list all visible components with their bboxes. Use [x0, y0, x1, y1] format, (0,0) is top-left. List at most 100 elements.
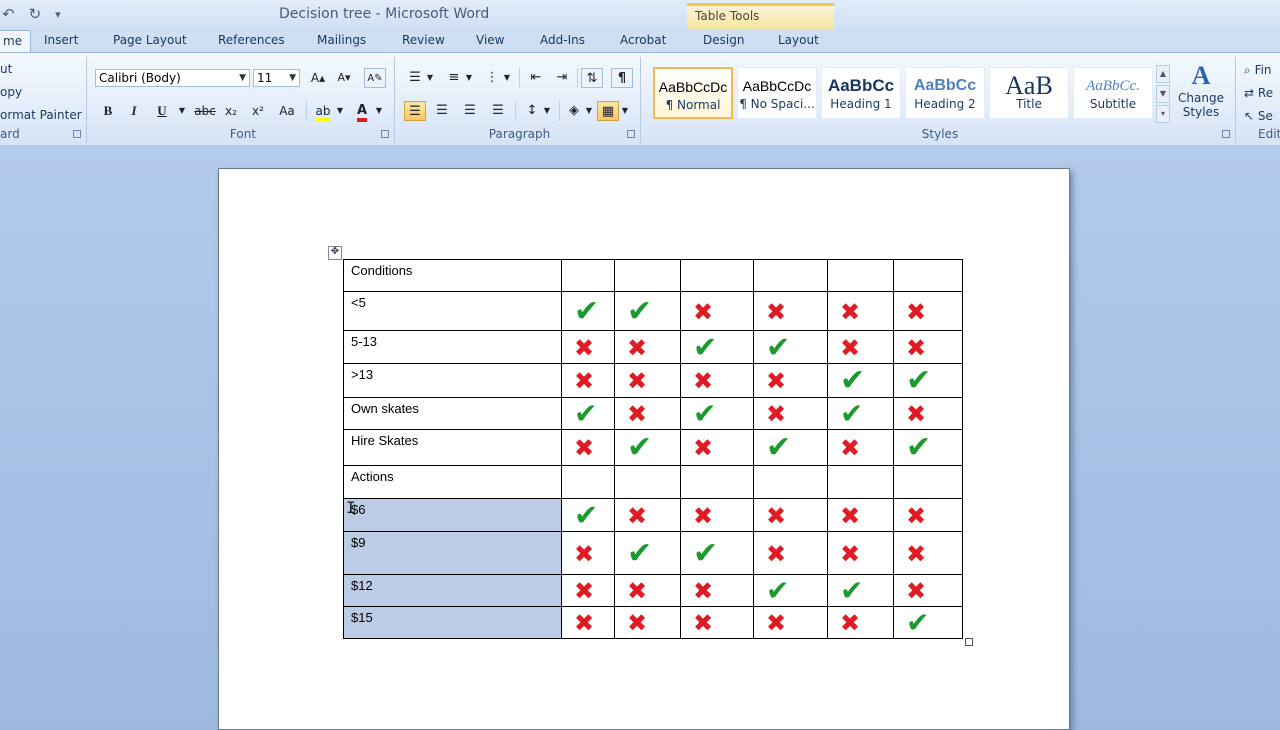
table-cell[interactable]: ✖ [753, 363, 828, 398]
table-cell[interactable]: ✔ [753, 429, 828, 466]
customize-qat-icon[interactable]: ▾ [55, 8, 61, 21]
table-cell[interactable]: ✖ [827, 429, 894, 466]
table-cell[interactable]: ✔ [893, 363, 963, 398]
replace-button[interactable]: ⇄ Re [1244, 86, 1273, 100]
row-label-cell[interactable]: 5-13 [343, 330, 562, 364]
chevron-down-icon[interactable]: ▼ [373, 101, 385, 121]
highlight-icon[interactable]: ab [312, 101, 334, 122]
grow-font-button[interactable]: A▴ [307, 68, 329, 88]
table-cell[interactable]: ✔ [680, 330, 754, 364]
table-cell[interactable] [561, 259, 615, 292]
align-left-icon[interactable]: ☰ [404, 101, 426, 121]
table-cell[interactable] [753, 465, 828, 499]
table-cell[interactable]: ✖ [893, 291, 963, 331]
borders-icon[interactable]: ▦ [597, 101, 619, 121]
row-label-cell[interactable]: $15 [343, 606, 562, 639]
style-title[interactable]: AaB Title [989, 67, 1069, 119]
gallery-more-icon[interactable]: ▾ [1156, 105, 1170, 123]
decision-table[interactable]: Conditions <5 ✔ ✔ ✖ ✖ ✖ ✖ 5-13 ✖ ✖ ✔ ✔ ✖ ✖ >13 ✖ ✖ ✖ ✖ ✔ ✔ Own… [343, 259, 963, 639]
tab-references[interactable]: References [218, 33, 285, 47]
row-label-cell[interactable]: Own skates [343, 397, 562, 430]
clipboard-launcher-icon[interactable] [73, 130, 81, 138]
table-cell[interactable]: ✖ [893, 498, 963, 532]
find-button[interactable]: ⌕ Fin [1244, 63, 1272, 78]
table-cell[interactable]: ✖ [893, 397, 963, 430]
table-move-handle-icon[interactable]: ✥ [328, 246, 342, 260]
table-cell[interactable]: ✔ [614, 531, 681, 575]
table-cell[interactable]: ✖ [614, 498, 681, 532]
redo-icon[interactable]: ↻ [29, 5, 42, 23]
change-case-button[interactable]: Aa [276, 101, 298, 121]
row-label-cell[interactable]: >13 [343, 363, 562, 398]
chevron-down-icon[interactable]: ▼ [619, 101, 631, 121]
chevron-down-icon[interactable]: ▼ [334, 101, 346, 121]
table-cell[interactable] [680, 259, 754, 292]
paragraph-launcher-icon[interactable] [627, 130, 635, 138]
chevron-down-icon[interactable]: ▼ [463, 68, 475, 88]
table-cell[interactable]: ✖ [680, 291, 754, 331]
tab-add-ins[interactable]: Add-Ins [540, 33, 585, 47]
shrink-font-button[interactable]: A▾ [333, 68, 355, 88]
table-cell[interactable]: ✔ [893, 606, 963, 639]
row-label-cell[interactable]: Hire Skates [343, 429, 562, 466]
tab-design[interactable]: Design [703, 33, 744, 47]
select-button[interactable]: ↖ Se [1244, 109, 1273, 123]
subscript-button[interactable]: x₂ [220, 101, 242, 121]
table-cell[interactable]: ✖ [893, 574, 963, 607]
table-cell[interactable]: ✔ [561, 397, 615, 430]
table-cell[interactable]: ✔ [753, 330, 828, 364]
table-cell[interactable]: ✖ [561, 330, 615, 364]
table-cell[interactable]: ✔ [614, 429, 681, 466]
style-heading-2[interactable]: AaBbCc Heading 2 [905, 67, 985, 119]
table-cell[interactable]: ✖ [827, 606, 894, 639]
table-cell[interactable]: ✖ [753, 531, 828, 575]
font-size-combo[interactable]: 11 ▼ [253, 69, 300, 87]
style-no-spacing[interactable]: AaBbCcDc ¶ No Spaci... [737, 67, 817, 119]
gallery-up-icon[interactable]: ▲ [1156, 65, 1170, 83]
chevron-down-icon[interactable]: ▼ [171, 101, 193, 121]
increase-indent-icon[interactable]: ⇥ [551, 68, 573, 88]
table-cell[interactable]: ✖ [893, 531, 963, 575]
table-cell[interactable]: ✔ [753, 574, 828, 607]
tab-layout[interactable]: Layout [778, 33, 819, 47]
table-cell[interactable]: ✔ [561, 291, 615, 331]
font-launcher-icon[interactable] [381, 130, 389, 138]
table-cell[interactable]: ✖ [680, 606, 754, 639]
multilevel-list-icon[interactable]: ⋮ [481, 68, 503, 88]
style-subtitle[interactable]: AaBbCc. Subtitle [1073, 67, 1153, 119]
undo-icon[interactable]: ↶ [2, 5, 15, 23]
tab-mailings[interactable]: Mailings [317, 33, 366, 47]
cut-button[interactable]: ut [0, 62, 12, 76]
table-cell[interactable]: ✖ [680, 429, 754, 466]
table-cell[interactable]: ✖ [827, 531, 894, 575]
table-cell[interactable]: ✖ [561, 606, 615, 639]
table-cell[interactable]: ✖ [753, 397, 828, 430]
table-cell[interactable] [893, 259, 963, 292]
table-cell[interactable]: ✖ [561, 429, 615, 466]
tab-home[interactable]: me [0, 30, 32, 52]
styles-launcher-icon[interactable] [1222, 130, 1230, 138]
chevron-down-icon[interactable]: ▼ [501, 68, 513, 88]
change-styles-button[interactable]: A Change Styles [1174, 61, 1228, 127]
tab-view[interactable]: View [476, 33, 504, 47]
chevron-down-icon[interactable]: ▼ [541, 101, 553, 121]
row-label-cell[interactable]: Actions [343, 465, 562, 499]
table-cell[interactable]: ✔ [680, 397, 754, 430]
row-label-cell[interactable]: Conditions [343, 259, 562, 292]
bullets-icon[interactable]: ☰ [404, 68, 426, 88]
table-cell[interactable]: ✖ [614, 606, 681, 639]
table-cell[interactable]: ✔ [680, 531, 754, 575]
table-cell[interactable]: ✖ [561, 574, 615, 607]
superscript-button[interactable]: x² [247, 101, 269, 121]
align-center-icon[interactable]: ☰ [431, 101, 453, 121]
chevron-down-icon[interactable]: ▼ [583, 101, 595, 121]
gallery-down-icon[interactable]: ▼ [1156, 85, 1170, 103]
table-cell[interactable]: ✖ [680, 574, 754, 607]
format-painter-button[interactable]: ormat Painter [0, 108, 82, 122]
underline-button[interactable]: U [151, 101, 173, 121]
table-cell[interactable]: ✖ [614, 397, 681, 430]
table-cell[interactable]: ✔ [827, 397, 894, 430]
table-cell[interactable] [614, 465, 681, 499]
table-cell[interactable] [893, 465, 963, 499]
table-cell[interactable]: ✖ [561, 363, 615, 398]
